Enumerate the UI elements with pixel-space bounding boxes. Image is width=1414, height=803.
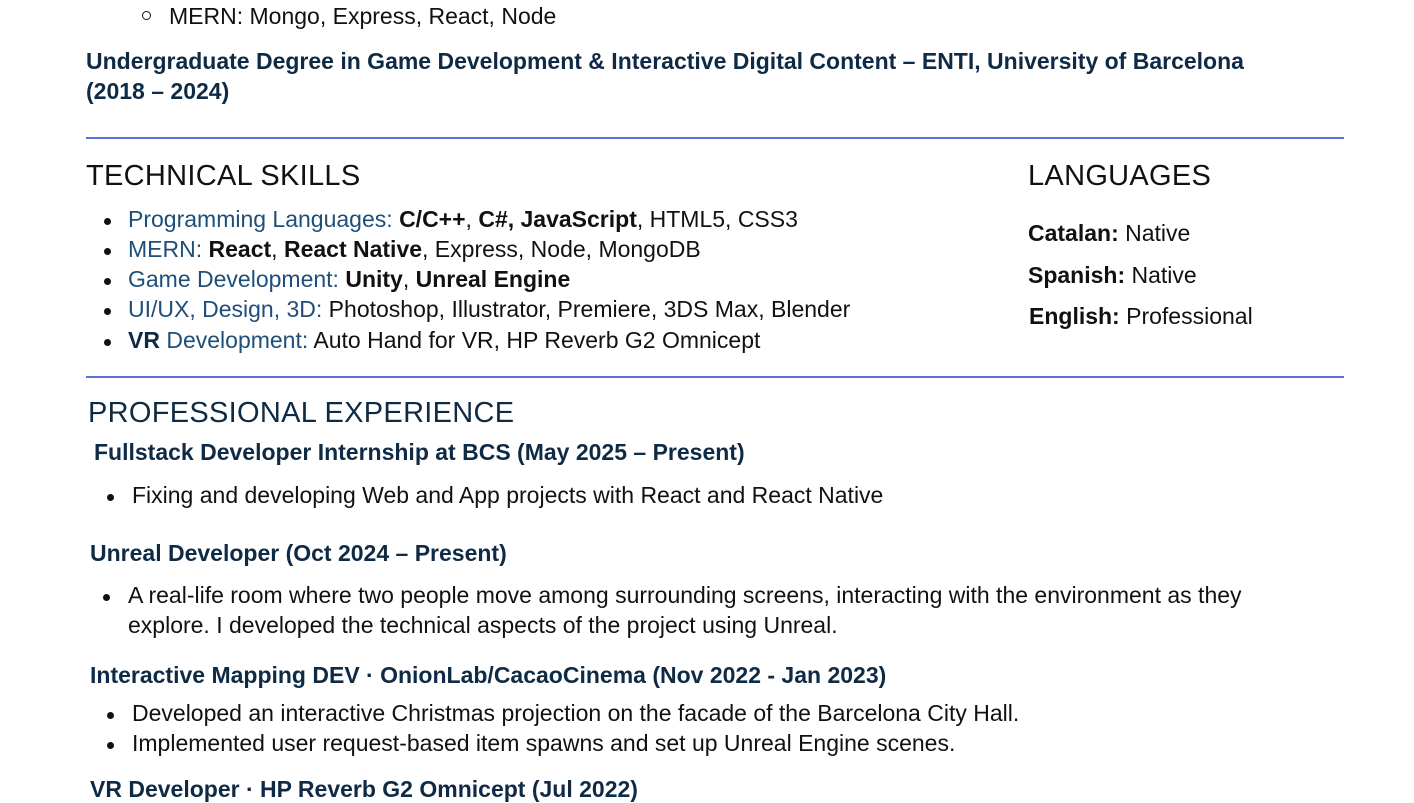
job-bullet: A real-life room where two people move a… (128, 582, 1242, 608)
job-heading: VR Developer · HP Reverb G2 Omnicept (Ju… (90, 776, 638, 802)
skill-bold: React (208, 236, 272, 262)
skill-item: Game Development: Unity, Unreal Engine (128, 266, 570, 293)
skill-rest: Auto Hand for VR, HP Reverb G2 Omnicept (308, 327, 761, 353)
skill-item: Programming Languages: C/C++, C#, JavaSc… (128, 206, 798, 233)
language-item: Spanish: Native (1028, 262, 1197, 289)
section-divider (86, 376, 1344, 378)
bullet-icon (107, 742, 114, 749)
job-bullet: Developed an interactive Christmas proje… (132, 700, 1020, 726)
skill-category: UI/UX, Design, 3D: (128, 296, 323, 322)
language-item: Catalan: Native (1028, 220, 1190, 247)
skill-sep: , (271, 236, 284, 262)
section-divider (86, 137, 1344, 139)
skill-category: MERN: (128, 236, 203, 262)
skill-item: MERN: React, React Native, Express, Node… (128, 236, 701, 263)
languages-title: LANGUAGES (1028, 160, 1212, 192)
bullet-icon (104, 339, 111, 346)
bullet-icon (104, 278, 111, 285)
skill-rest: , HTML5, CSS3 (636, 206, 798, 232)
skill-bold: Unity (345, 266, 403, 292)
skill-bold: C/C++ (399, 206, 466, 232)
language-name: Spanish: (1028, 262, 1126, 288)
language-name: English: (1029, 303, 1120, 329)
mern-subbullet: MERN: Mongo, Express, React, Node (169, 3, 557, 29)
skill-bold: React Native (283, 236, 423, 262)
language-level: Native (1125, 220, 1191, 246)
sub-bullet-icon (142, 11, 151, 20)
skill-sep: , (465, 206, 479, 232)
bullet-icon (104, 218, 111, 225)
job-bullet-continuation: explore. I developed the technical aspec… (128, 612, 838, 638)
skill-category: Development: (159, 327, 309, 353)
job-heading: Interactive Mapping DEV · OnionLab/Cacao… (90, 662, 887, 688)
skill-bold: C#, JavaScript (478, 206, 637, 232)
technical-skills-title: TECHNICAL SKILLS (86, 160, 361, 192)
degree-dates: (2018 – 2024) (86, 78, 230, 104)
language-level: Native (1131, 262, 1197, 288)
skill-item: UI/UX, Design, 3D: Photoshop, Illustrato… (128, 296, 850, 323)
skill-bold: Unreal Engine (415, 266, 571, 292)
skill-category: Game Development: (128, 266, 339, 292)
language-level: Professional (1126, 303, 1253, 329)
skill-rest: Photoshop, Illustrator, Premiere, 3DS Ma… (322, 296, 851, 322)
job-bullet: Fixing and developing Web and App projec… (132, 482, 884, 508)
bullet-icon (107, 712, 114, 719)
bullet-icon (104, 248, 111, 255)
language-name: Catalan: (1028, 220, 1119, 246)
skill-sep: , (402, 266, 416, 292)
job-heading: Unreal Developer (Oct 2024 – Present) (90, 540, 507, 566)
bullet-icon (104, 308, 111, 315)
job-bullet: Implemented user request-based item spaw… (132, 730, 956, 756)
experience-title: PROFESSIONAL EXPERIENCE (88, 397, 515, 429)
job-heading: Fullstack Developer Internship at BCS (M… (94, 439, 745, 465)
skill-category: Programming Languages: (128, 206, 393, 232)
degree-title: Undergraduate Degree in Game Development… (86, 48, 1244, 74)
skill-item: VR Development: Auto Hand for VR, HP Rev… (128, 327, 760, 354)
bullet-icon (103, 594, 110, 601)
skill-rest: , Express, Node, MongoDB (422, 236, 701, 262)
bullet-icon (107, 494, 114, 501)
skill-bold: VR (128, 327, 160, 353)
language-item: English: Professional (1029, 303, 1253, 330)
